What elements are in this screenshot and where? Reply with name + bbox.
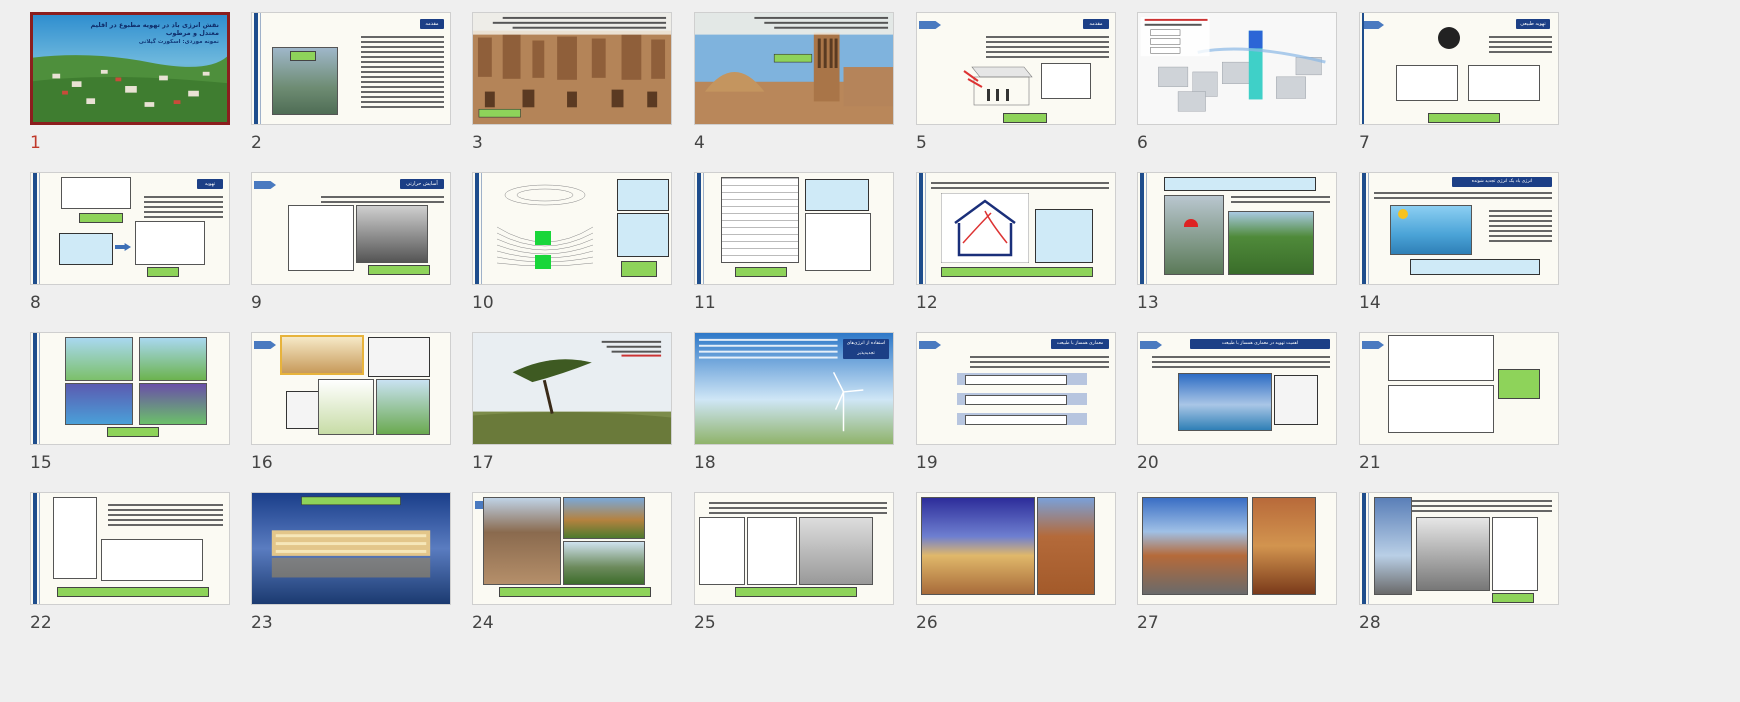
adobe-buildings-photo [473,13,671,124]
slide-thumbnail-24[interactable]: 24 [472,492,672,633]
slide-thumbnail-14[interactable]: انرژی باد یک انرژی تجدید شونده 14 [1359,172,1559,313]
slide-number: 24 [472,613,494,633]
slide-thumbnail-5[interactable]: مقدمه 5 [916,12,1116,153]
slide-thumbnail-15[interactable]: 15 [30,332,230,473]
slide-number: 1 [30,133,41,153]
building-reflection-photo [252,493,450,604]
slide-heading: اهمیت تهویه در معماری همساز با طبیعت [1190,339,1330,349]
airflow-diagram [497,184,593,269]
slide-number: 2 [251,133,262,153]
slide-title: نقش انرژی باد در تهویه مطبوع در اقلیم مع… [90,21,219,37]
slide-number: 8 [30,293,41,313]
slide-thumbnail-28[interactable]: 28 [1359,492,1559,633]
slide-number: 9 [251,293,262,313]
section-drawing [1388,385,1494,433]
brick-chimneys-photo [1142,497,1248,595]
slide-thumbnail-25[interactable]: 25 [694,492,894,633]
ventilation-diagram-icon [963,66,1033,106]
windcatcher-photo [695,13,893,124]
slide-number: 6 [1137,133,1148,153]
slide-thumbnail-27[interactable]: 27 [1137,492,1337,633]
slide-number: 11 [694,293,716,313]
slide-number: 23 [251,613,273,633]
slide-heading: انرژی باد یک انرژی تجدید شونده [1452,177,1552,187]
building-sketch [721,177,799,263]
slide-thumbnail-8[interactable]: تهویه 8 [30,172,230,313]
slide-number: 5 [916,133,927,153]
glass-building-photo [1178,373,1272,431]
slide-heading: تهویه طبیعی [1516,19,1550,29]
slide-number: 13 [1137,293,1159,313]
slide-thumbnail-21[interactable]: 21 [1359,332,1559,473]
slide-subtitle: نمونه موردی: اسکورت گیلانی [138,39,219,45]
slide-thumbnail-10[interactable]: 10 [472,172,672,313]
red-umbrella-icon [1184,219,1198,227]
slide-number: 26 [916,613,938,633]
slide-thumbnail-19[interactable]: معماری همساز با طبیعت 19 [916,332,1116,473]
slide-number: 3 [472,133,483,153]
slide-thumbnail-23[interactable]: 23 [251,492,451,633]
sun-icon [1398,209,1408,219]
slide-number: 18 [694,453,716,473]
slide-sorter: نقش انرژی باد در تهویه مطبوع در اقلیم مع… [0,0,1740,702]
slide-number: 16 [251,453,273,473]
tower-photo [1374,497,1412,595]
slide-number: 22 [30,613,52,633]
slide-number: 19 [916,453,938,473]
slide-number: 27 [1137,613,1159,633]
slide-thumbnail-20[interactable]: اهمیت تهویه در معماری همساز با طبیعت 20 [1137,332,1337,473]
city-cfd-render [1140,16,1326,112]
slide-thumbnail-13[interactable]: 13 [1137,172,1337,313]
slide-heading: آسایش حرارتی [400,179,444,189]
section-drawing [1388,335,1494,381]
slide-thumbnail-16[interactable]: 16 [251,332,451,473]
windswept-tree-photo [473,333,671,444]
slide-heading: تهویه [197,179,223,189]
slide-number: 12 [916,293,938,313]
umbrella-street-photo [1164,195,1224,275]
slide-heading: مقدمه [420,19,444,29]
slide-number: 21 [1359,453,1381,473]
slide-thumbnail-4[interactable]: 4 [694,12,894,153]
section-illustration [921,497,1035,595]
slide-number: 10 [472,293,494,313]
slide-thumbnail-12[interactable]: 12 [916,172,1116,313]
slide-number: 28 [1359,613,1381,633]
slide-heading: مقدمه [1083,19,1109,29]
slide-thumbnail-3[interactable]: 3 [472,12,672,153]
slide-thumbnail-7[interactable]: تهویه طبیعی 7 [1359,12,1559,153]
slide-thumbnail-22[interactable]: 22 [30,492,230,633]
cartoon-person-icon [1438,27,1460,49]
slide-number: 17 [472,453,494,473]
slide-thumbnail-9[interactable]: آسایش حرارتی 9 [251,172,451,313]
slide-number: 25 [694,613,716,633]
slide-number: 14 [1359,293,1381,313]
slide-thumbnail-11[interactable]: 11 [694,172,894,313]
slide-number: 15 [30,453,52,473]
slide-number: 4 [694,133,705,153]
slide-thumbnail-18[interactable]: استفاده از انرژی‌های تجدیدپذیر 18 [694,332,894,473]
slide-thumbnail-26[interactable]: 26 [916,492,1116,633]
slide-heading: معماری همساز با طبیعت [1051,339,1109,349]
slide-thumbnail-2[interactable]: مقدمه 2 [251,12,451,153]
slide-number: 20 [1137,453,1159,473]
house-section-diagram [941,193,1029,263]
right-arrow-icon [115,243,131,251]
slide-thumbnail-6[interactable]: 6 [1137,12,1337,153]
slide-heading: استفاده از انرژی‌های تجدیدپذیر [843,339,889,359]
slide-thumbnail-17[interactable]: 17 [472,332,672,473]
slide-thumbnail-1[interactable]: نقش انرژی باد در تهویه مطبوع در اقلیم مع… [30,12,230,153]
slide-number: 7 [1359,133,1370,153]
